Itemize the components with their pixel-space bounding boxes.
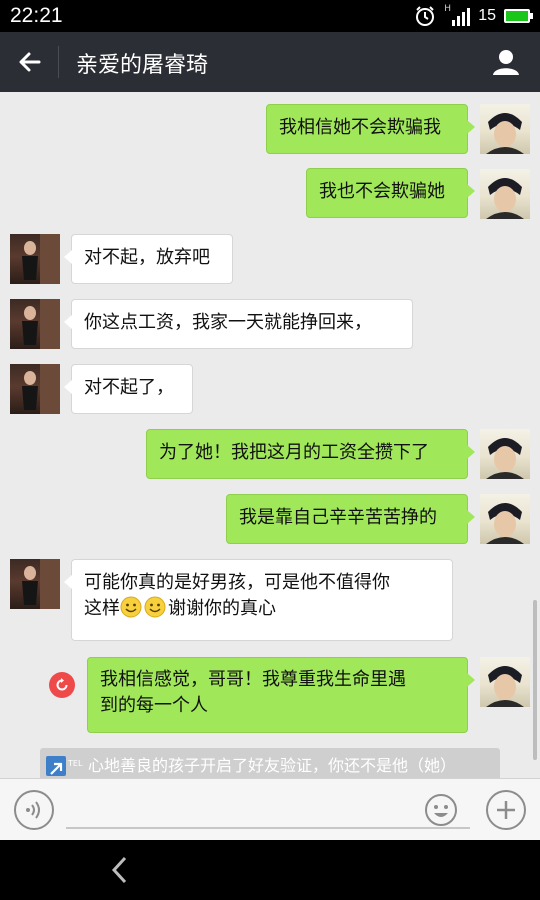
message-text-suffix: 谢谢你的真心 [168,598,276,619]
message-bubble[interactable]: 对不起，放弃吧 [64,234,233,284]
message-row-me: 我相信感觉，哥哥！我尊重我生命里遇 到的每一个人 [0,645,540,745]
message-row-me: 我相信她不会欺骗我 [0,92,540,162]
status-icons: H 15 [414,4,533,28]
emoji-button[interactable] [424,793,458,827]
message-text: 我是靠自己辛辛苦苦挣的 [239,507,437,528]
arrow-left-icon [19,52,41,72]
message-row-other: 可能你真的是好男孩，可是他不值得你 这样 谢谢你的真心 [0,547,540,647]
battery-charging-icon [504,9,533,23]
message-text: 为了她！我把这月的工资全攒下了 [159,442,429,463]
chat-title: 亲爱的屠睿琦 [76,53,209,78]
contact-avatar[interactable] [10,364,60,414]
system-nav-bar [0,840,540,900]
my-avatar[interactable] [480,169,530,219]
message-bubble[interactable]: 你这点工资，我家一天就能挣回来， [64,299,413,349]
chevron-left-icon [111,856,127,884]
signal-icon: H [444,4,471,26]
nav-back-button[interactable] [100,850,140,890]
message-bubble[interactable]: 可能你真的是好男孩，可是他不值得你 这样 谢谢你的真心 [64,559,453,641]
battery-level: 15 [478,7,496,24]
message-text: 我相信她不会欺骗我 [279,117,441,138]
message-bubble[interactable]: 我是靠自己辛辛苦苦挣的 [226,494,475,544]
resend-button[interactable] [49,672,75,698]
message-row-me: 我是靠自己辛辛苦苦挣的 [0,482,540,552]
message-text-line1: 可能你真的是好男孩，可是他不值得你 [84,572,390,593]
message-bubble[interactable]: 我也不会欺骗她 [306,168,475,218]
message-bubble[interactable]: 我相信感觉，哥哥！我尊重我生命里遇 到的每一个人 [87,657,475,733]
my-avatar[interactable] [480,429,530,479]
my-avatar[interactable] [480,657,530,707]
message-text-line2: 到的每一个人 [100,695,208,716]
message-bubble[interactable]: 为了她！我把这月的工资全攒下了 [146,429,475,479]
contact-avatar[interactable] [10,234,60,284]
network-type: H [444,4,451,14]
message-text-line2: 这样 谢谢你的真心 [84,596,440,622]
message-text: 对不起，放弃吧 [84,247,210,268]
message-text: 你这点工资，我家一天就能挣回来， [84,312,372,333]
message-text: 我也不会欺骗她 [319,181,445,202]
back-button[interactable] [10,42,50,82]
header-divider [58,46,59,78]
scrollbar[interactable] [533,600,537,760]
message-row-other: 对不起，放弃吧 [0,222,540,292]
message-input[interactable] [66,795,470,829]
notice-tag: TEL [68,759,83,768]
my-avatar[interactable] [480,104,530,154]
message-row-other: 对不起了， [0,352,540,422]
status-bar: 22:21 H 15 [0,0,540,32]
share-icon [46,756,66,776]
status-time: 22:21 [10,4,63,27]
input-bar [0,778,540,840]
more-button[interactable] [486,790,526,830]
message-text-line1: 我相信感觉，哥哥！我尊重我生命里遇 [100,669,406,690]
message-text: 对不起了， [84,377,174,398]
chat-header: 亲爱的屠睿琦 [0,32,540,92]
message-row-other: 你这点工资，我家一天就能挣回来， [0,287,540,357]
my-avatar[interactable] [480,494,530,544]
emoji-icon [425,794,457,826]
notice-text: 心地善良的孩子开启了好友验证，你还不是他（她） [88,756,457,775]
message-list[interactable]: 我相信她不会欺骗我 我也不会欺骗她 对不起，放弃吧 你这点工资，我家一天就能挣回… [0,92,540,778]
person-icon [493,50,519,75]
smile-emoji-icon [120,596,142,618]
voice-button[interactable] [14,790,54,830]
message-bubble[interactable]: 对不起了， [64,364,193,414]
message-row-me: 为了她！我把这月的工资全攒下了 [0,417,540,487]
profile-button[interactable] [488,44,524,80]
alarm-icon [416,6,435,26]
contact-avatar[interactable] [10,559,60,609]
smile-emoji-icon [144,596,166,618]
message-bubble[interactable]: 我相信她不会欺骗我 [266,104,475,154]
message-text-prefix: 这样 [84,598,120,619]
message-row-me: 我也不会欺骗她 [0,156,540,226]
plus-icon [497,801,515,819]
contact-avatar[interactable] [10,299,60,349]
system-notice: TEL 心地善良的孩子开启了好友验证，你还不是他（她） [40,748,500,778]
voice-icon [26,801,40,819]
resend-icon [56,678,68,691]
